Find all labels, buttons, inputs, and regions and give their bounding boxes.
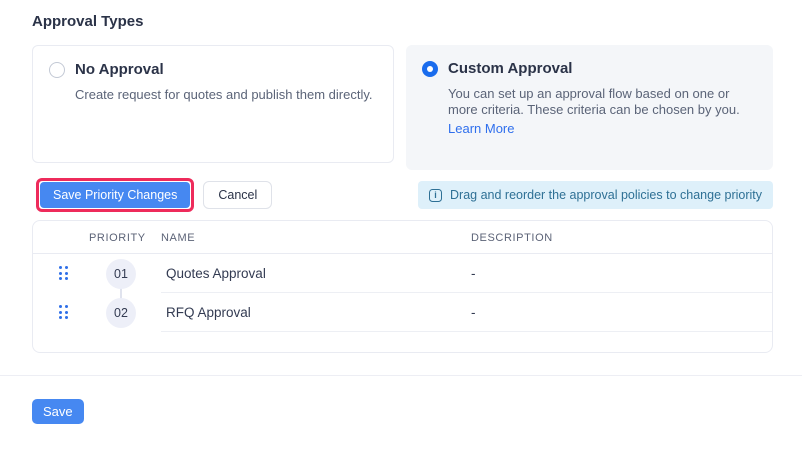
option-description: You can set up an approval flow based on… bbox=[448, 86, 753, 118]
drag-handle-icon[interactable] bbox=[59, 266, 68, 280]
drag-handle-icon[interactable] bbox=[59, 305, 68, 319]
approval-policies-table: PRIORITY NAME DESCRIPTION 01 Quotes Appr… bbox=[32, 220, 773, 353]
column-header-name: NAME bbox=[161, 232, 195, 244]
option-header: Custom Approval bbox=[422, 60, 757, 77]
radio-dot bbox=[427, 66, 433, 72]
save-button[interactable]: Save bbox=[32, 399, 84, 424]
policy-name: RFQ Approval bbox=[166, 305, 251, 320]
option-card-no-approval[interactable]: No Approval Create request for quotes an… bbox=[32, 45, 394, 163]
cancel-button[interactable]: Cancel bbox=[203, 181, 272, 209]
radio-no-approval[interactable] bbox=[49, 62, 65, 78]
option-title: No Approval bbox=[75, 61, 164, 78]
save-priority-changes-button[interactable]: Save Priority Changes bbox=[40, 182, 190, 208]
table-row: 01 Quotes Approval - bbox=[33, 254, 772, 293]
table-row: 02 RFQ Approval - bbox=[33, 293, 772, 332]
drag-reorder-banner: i Drag and reorder the approval policies… bbox=[418, 181, 773, 209]
highlight-annotation: Save Priority Changes bbox=[36, 178, 194, 212]
radio-custom-approval[interactable] bbox=[422, 61, 438, 77]
option-description: Create request for quotes and publish th… bbox=[75, 87, 380, 103]
section-divider bbox=[0, 375, 802, 376]
priority-badge: 02 bbox=[106, 298, 136, 328]
policy-description: - bbox=[471, 305, 476, 320]
banner-text: Drag and reorder the approval policies t… bbox=[450, 188, 762, 202]
page-title: Approval Types bbox=[32, 13, 143, 30]
option-title: Custom Approval bbox=[448, 60, 572, 77]
priority-badge: 01 bbox=[106, 259, 136, 289]
policy-name: Quotes Approval bbox=[166, 266, 266, 281]
learn-more-link[interactable]: Learn More bbox=[448, 121, 514, 136]
info-icon: i bbox=[429, 189, 442, 202]
column-header-description: DESCRIPTION bbox=[471, 232, 553, 244]
option-header: No Approval bbox=[49, 61, 377, 78]
table-header-row: PRIORITY NAME DESCRIPTION bbox=[33, 221, 772, 254]
option-card-custom-approval[interactable]: Custom Approval You can set up an approv… bbox=[406, 45, 773, 170]
column-header-priority: PRIORITY bbox=[89, 232, 146, 244]
policy-description: - bbox=[471, 266, 476, 281]
approval-type-options: No Approval Create request for quotes an… bbox=[32, 45, 773, 170]
priority-actions-row: Save Priority Changes Cancel i Drag and … bbox=[32, 177, 773, 213]
